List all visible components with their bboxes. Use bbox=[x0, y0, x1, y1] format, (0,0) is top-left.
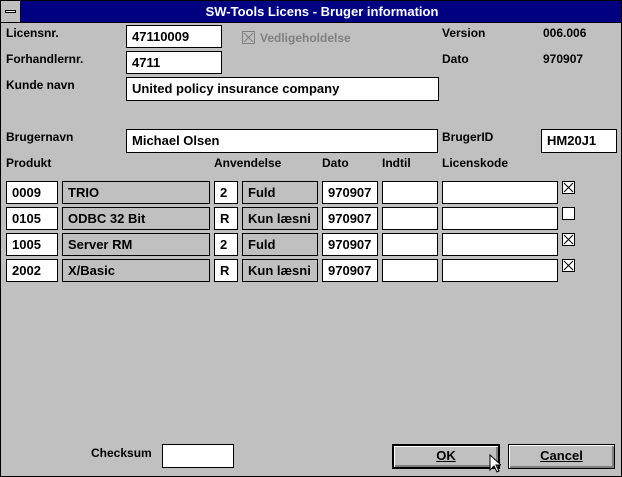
x-mark-icon bbox=[563, 260, 574, 271]
row-code-field[interactable]: 1005 bbox=[6, 233, 58, 256]
ok-button[interactable]: OK bbox=[392, 444, 500, 469]
row-mode-field[interactable]: 2 bbox=[214, 233, 238, 256]
col-header-anvendelse: Anvendelse bbox=[214, 156, 282, 170]
checksum-field[interactable] bbox=[162, 444, 234, 468]
x-mark-icon bbox=[563, 234, 574, 245]
dato-label: Dato bbox=[442, 52, 469, 66]
row-checkbox[interactable] bbox=[562, 207, 575, 220]
row-checkbox[interactable] bbox=[562, 233, 575, 246]
kunde-navn-field[interactable]: United policy insurance company bbox=[126, 77, 439, 101]
kunde-navn-label: Kunde navn bbox=[6, 78, 75, 92]
col-header-licenskode: Licenskode bbox=[442, 156, 509, 170]
row-name-field: Server RM bbox=[62, 233, 210, 256]
vedligeholdelse-checkbox[interactable] bbox=[242, 31, 255, 44]
row-code-field[interactable]: 0009 bbox=[6, 181, 58, 204]
ok-button-label: OK bbox=[436, 448, 456, 463]
row-code-field[interactable]: 2002 bbox=[6, 259, 58, 282]
licensnr-label: Licensnr. bbox=[6, 26, 59, 40]
row-checkbox[interactable] bbox=[562, 181, 575, 194]
x-mark-icon bbox=[243, 32, 254, 43]
row-checkbox[interactable] bbox=[562, 259, 575, 272]
row-mode-field[interactable]: 2 bbox=[214, 181, 238, 204]
row-mode-field[interactable]: R bbox=[214, 207, 238, 230]
row-indtil-field[interactable] bbox=[382, 233, 438, 256]
brugerid-field[interactable]: HM20J1 bbox=[541, 129, 617, 153]
brugernavn-field[interactable]: Michael Olsen bbox=[126, 129, 438, 153]
forhandlernr-label: Forhandlernr. bbox=[6, 52, 84, 66]
row-licenskode-field[interactable] bbox=[442, 181, 558, 204]
row-usage-field: Fuld bbox=[242, 181, 318, 204]
row-mode-field[interactable]: R bbox=[214, 259, 238, 282]
row-name-field: X/Basic bbox=[62, 259, 210, 282]
forhandlernr-field[interactable]: 4711 bbox=[126, 51, 222, 74]
row-dato-field[interactable]: 970907 bbox=[322, 181, 378, 204]
window-title: SW-Tools Licens - Bruger information bbox=[205, 4, 439, 19]
version-value: 006.006 bbox=[543, 26, 587, 40]
col-header-indtil: Indtil bbox=[382, 156, 411, 170]
row-name-field: TRIO bbox=[62, 181, 210, 204]
license-dialog: SW-Tools Licens - Bruger information Lic… bbox=[0, 0, 622, 477]
mouse-pointer-icon bbox=[489, 454, 501, 473]
checksum-label: Checksum bbox=[91, 446, 152, 460]
brugernavn-label: Brugernavn bbox=[6, 130, 74, 144]
version-label: Version bbox=[442, 26, 486, 40]
row-name-field: ODBC 32 Bit bbox=[62, 207, 210, 230]
col-header-produkt: Produkt bbox=[6, 156, 52, 170]
row-usage-field: Kun læsni bbox=[242, 207, 318, 230]
dato-value: 970907 bbox=[543, 52, 584, 66]
row-dato-field[interactable]: 970907 bbox=[322, 259, 378, 282]
row-dato-field[interactable]: 970907 bbox=[322, 233, 378, 256]
system-menu-icon[interactable] bbox=[1, 1, 21, 22]
cancel-button-label: Cancel bbox=[540, 448, 583, 463]
x-mark-icon bbox=[563, 182, 574, 193]
row-usage-field: Kun læsni bbox=[242, 259, 318, 282]
row-usage-field: Fuld bbox=[242, 233, 318, 256]
licensnr-field[interactable]: 47110009 bbox=[126, 25, 222, 48]
title-bar: SW-Tools Licens - Bruger information bbox=[1, 1, 621, 23]
row-dato-field[interactable]: 970907 bbox=[322, 207, 378, 230]
row-licenskode-field[interactable] bbox=[442, 207, 558, 230]
row-code-field[interactable]: 0105 bbox=[6, 207, 58, 230]
col-header-dato: Dato bbox=[322, 156, 349, 170]
vedligeholdelse-label: Vedligeholdelse bbox=[260, 31, 351, 45]
row-indtil-field[interactable] bbox=[382, 181, 438, 204]
row-indtil-field[interactable] bbox=[382, 207, 438, 230]
row-indtil-field[interactable] bbox=[382, 259, 438, 282]
row-licenskode-field[interactable] bbox=[442, 259, 558, 282]
brugerid-label: BrugerID bbox=[442, 130, 494, 144]
row-licenskode-field[interactable] bbox=[442, 233, 558, 256]
cancel-button[interactable]: Cancel bbox=[508, 444, 615, 469]
